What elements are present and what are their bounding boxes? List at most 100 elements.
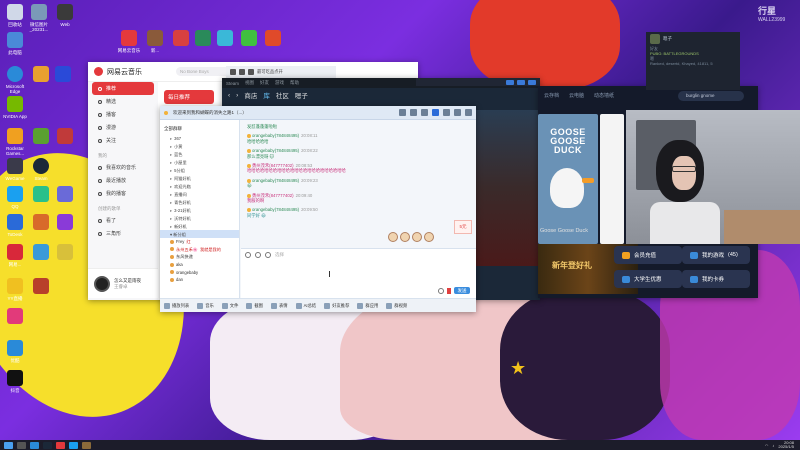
folder-icon[interactable]	[265, 252, 271, 258]
qq-group-item[interactable]: ▸ 欢迎光临	[160, 182, 239, 190]
scissors-icon[interactable]	[255, 252, 261, 258]
sticker-icon[interactable]	[388, 232, 398, 242]
my-games-button[interactable]: 我的游戏 (45)	[682, 246, 750, 264]
qq-chat-window[interactable]: 欢迎来到我和蝴蝶的消失之路1（...） 全部群聊 ▸ 367 ▸ 小黄 ▸ 蓝色 ▸ 小…	[160, 106, 476, 312]
qq-member-row[interactable]: dan	[160, 276, 239, 284]
qq-icon[interactable]	[69, 441, 78, 449]
desktop-icon-app-9[interactable]	[52, 128, 78, 146]
desktop-icon-web[interactable]: Web	[52, 4, 78, 27]
desktop-icon-edge[interactable]: Microsoft Edge	[2, 66, 28, 94]
desktop-icon-app-11[interactable]	[52, 186, 78, 204]
volume-icon[interactable]: ♪	[772, 443, 774, 448]
qq-group-item[interactable]: ▸ 直播间	[160, 190, 239, 198]
desktop-icon-app-17[interactable]	[2, 308, 28, 326]
close-icon[interactable]	[465, 109, 472, 116]
sticker-icon[interactable]	[412, 232, 422, 242]
game-tile-goose-goose-duck[interactable]: GOOSE GOOSE DUCK	[538, 114, 598, 244]
friend-status-popup[interactable]: 嗯子 好友 PUBG: BATTLEGROUNDS 嗯 Ranked, dese…	[646, 32, 740, 90]
student-discount-button[interactable]: 大学生优惠	[614, 270, 682, 288]
qq-group-item[interactable]: ▸ 3-21好机	[160, 206, 239, 214]
desktop-icon-todesk[interactable]: ToDesk	[2, 214, 28, 237]
desktop-icon-netease[interactable]: 网易云音乐	[116, 30, 142, 53]
desktop-icon-netease-game[interactable]: 网易...	[2, 244, 28, 267]
voice-icon[interactable]	[438, 287, 444, 294]
qq-member-row[interactable]: Frey 红	[160, 238, 239, 246]
steam-tab-community[interactable]: 社区	[276, 90, 289, 100]
qq-group-item[interactable]: ▸ 蓝色	[160, 150, 239, 158]
maximize-icon[interactable]	[517, 79, 525, 85]
qq-bottom-playlist-button[interactable]: 播放列表	[164, 302, 189, 309]
desktop-icon-wechat-image[interactable]: 微信图片_20231...	[26, 4, 52, 32]
qq-bottom-emoji-button[interactable]: 表情	[270, 302, 288, 309]
home-icon[interactable]	[432, 109, 439, 116]
desktop-icon-wegame[interactable]: WeGame	[2, 158, 28, 181]
red-packet-badge[interactable]: 5元	[454, 220, 472, 234]
netease-playlist-item[interactable]: 三角形	[88, 227, 158, 240]
qq-group-item[interactable]: ▸ 367	[160, 134, 239, 142]
qq-member-row[interactable]: aka	[160, 261, 239, 269]
netease-playlist-item[interactable]: 看了	[88, 214, 158, 227]
qq-group-item[interactable]: ▸ 阿猫好机	[160, 174, 239, 182]
minimize-icon[interactable]	[454, 109, 461, 116]
steam-menu-steam[interactable]: Steam	[226, 81, 239, 86]
qq-member-row[interactable]: 永州五禾🌸 我就是我的	[160, 246, 239, 254]
qq-group-item[interactable]: ▸ 新好机	[160, 222, 239, 230]
qq-group-item[interactable]: ▸ 5分组	[160, 166, 239, 174]
netease-now-playing[interactable]: 怎么又是雨夜 王睿卓	[88, 268, 158, 298]
clock[interactable]: 20:08 2025/1/5	[778, 440, 794, 450]
qq-group-item[interactable]: ▸ 沃特好机	[160, 214, 239, 222]
netease-music-icon[interactable]	[56, 441, 65, 449]
start-icon[interactable]	[4, 441, 13, 449]
desktop-icon-app-14[interactable]	[28, 244, 54, 262]
qq-member-row[interactable]: 东风快递	[160, 253, 239, 261]
qq-input-area[interactable]: 选择 发送	[241, 248, 476, 298]
desktop-icon-nvidia[interactable]: NVIDIA App	[2, 96, 28, 119]
desktop-icon-rockstar[interactable]: Rockstar Games...	[2, 128, 28, 156]
desktop-icon-app-16[interactable]	[28, 278, 54, 296]
my-coupons-button[interactable]: 我的卡券	[682, 270, 750, 288]
netease-nav-podcast[interactable]: 播客	[88, 108, 158, 121]
call-icon[interactable]	[399, 109, 406, 116]
netease-nav-follow[interactable]: 关注	[88, 134, 158, 147]
qq-group-item[interactable]: ▸ 小黄	[160, 142, 239, 150]
video-icon[interactable]	[410, 109, 417, 116]
netease-mine-recent[interactable]: 最近播放	[88, 174, 158, 187]
netease-nav-recommend[interactable]: 推荐	[92, 82, 154, 95]
sticker-icon[interactable]	[424, 232, 434, 242]
forward-arrow-icon[interactable]: ›	[236, 92, 238, 99]
desktop-icon-new[interactable]: 新...	[142, 30, 168, 53]
sticker-icon[interactable]	[400, 232, 410, 242]
steam-tab-library[interactable]: 库	[263, 90, 270, 100]
desktop-icon-app-7[interactable]	[50, 66, 76, 84]
game-icon[interactable]	[82, 441, 91, 449]
tool-icon[interactable]	[239, 69, 245, 75]
desktop-icon-yy[interactable]: YY直播	[2, 278, 28, 301]
edge-icon[interactable]	[30, 441, 39, 449]
steam-menu-help[interactable]: 帮助	[290, 80, 299, 86]
vip-recharge-button[interactable]: 会员充值	[614, 246, 682, 264]
desktop-icon-app-5[interactable]	[260, 30, 286, 48]
desktop-icon-douyin[interactable]: 抖音	[2, 370, 28, 393]
desktop-icon-youku[interactable]: 优酷	[2, 340, 28, 363]
desktop-icon-recycle-bin[interactable]: 回收站	[2, 4, 28, 27]
qq-group-item[interactable]: ▸ 小屋里	[160, 158, 239, 166]
qq-bottom-music-button[interactable]: 音乐	[197, 302, 214, 309]
library-tab-cloud-pc[interactable]: 云电脑	[569, 92, 584, 99]
minimize-icon[interactable]	[506, 79, 514, 85]
steam-tab-store[interactable]: 商店	[244, 90, 257, 100]
netease-daily-recommend[interactable]: 每日推荐	[164, 90, 214, 104]
tool-icon[interactable]	[230, 69, 236, 75]
qq-member-row[interactable]: orangebaby	[160, 268, 239, 276]
qq-bottom-file-button[interactable]: 文件	[221, 302, 238, 309]
more-icon[interactable]	[443, 109, 450, 116]
close-icon[interactable]	[528, 79, 536, 85]
steam-icon[interactable]	[43, 441, 52, 449]
desktop-icon-app-4[interactable]	[236, 30, 262, 48]
qq-bottom-recommend-button[interactable]: 好友推荐	[324, 302, 349, 309]
netease-mine-liked[interactable]: 我喜欢的音乐	[88, 161, 158, 174]
qq-bottom-ai-summary-button[interactable]: AI总结	[295, 302, 316, 309]
share-icon[interactable]	[421, 109, 428, 116]
desktop-icon-app-13[interactable]	[52, 214, 78, 232]
netease-nav-featured[interactable]: 精选	[88, 95, 158, 108]
qq-group-selected[interactable]: ▾ 新分组	[160, 230, 239, 238]
